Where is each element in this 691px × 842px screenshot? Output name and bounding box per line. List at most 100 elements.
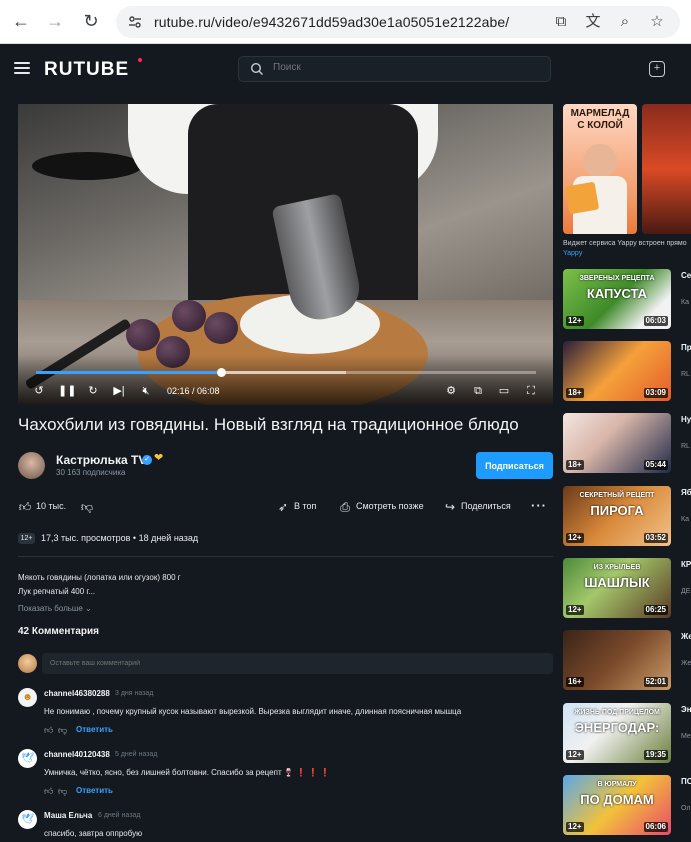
forward-10-icon[interactable]: ↻ — [85, 383, 101, 399]
translate-icon[interactable]: 文 — [583, 12, 603, 32]
top-button[interactable]: ➶ В топ — [276, 499, 317, 514]
sidebar-video-title[interactable]: Яб — [681, 488, 691, 497]
comment-author[interactable]: channel40120438 — [44, 750, 110, 759]
sidebar-video-title[interactable]: Ну — [681, 415, 691, 424]
comment-time: 6 дней назад — [98, 812, 141, 819]
video-title: Чахохбили из говядины. Новый взгляд на т… — [18, 415, 519, 434]
sidebar-video-title[interactable]: ПС — [681, 777, 691, 786]
back-icon[interactable]: ← — [10, 10, 32, 32]
sidebar-video-title[interactable]: Же — [681, 632, 691, 641]
duration-badge: 06:03 — [643, 316, 668, 326]
sidebar-video-title[interactable]: КР — [681, 560, 691, 569]
video-thumbnail[interactable]: СЕКРЕТНЫЙ РЕЦЕПТ ПИРОГА 12+ 03:52 — [563, 486, 671, 546]
show-more-link[interactable]: Показать больше ⌄ — [18, 604, 92, 613]
reload-icon[interactable]: ↻ — [80, 10, 102, 32]
comment-input[interactable] — [42, 653, 553, 674]
logo-dot — [138, 58, 142, 62]
verified-icon: ✓ — [142, 455, 152, 465]
thumbnail-title: ШАШЛЫК — [584, 575, 650, 590]
comment-author[interactable]: Маша Ельча — [44, 811, 92, 820]
url-text[interactable]: rutube.ru/video/e9432671dd59ad30e1a05051… — [154, 14, 509, 30]
video-thumbnail[interactable]: 18+ 05:44 — [563, 413, 671, 473]
sidebar-channel-name[interactable]: RL — [681, 443, 691, 450]
share-button[interactable]: ↪ Поделиться — [443, 499, 511, 514]
rewind-10-icon[interactable]: ↺ — [31, 383, 47, 399]
upload-icon[interactable]: + — [649, 61, 665, 77]
sidebar-ad[interactable]: МАРМЕЛАД С КОЛОЙ — [563, 104, 691, 234]
forward-icon[interactable]: → — [44, 10, 66, 32]
address-bar[interactable]: rutube.ru/video/e9432671dd59ad30e1a05051… — [116, 6, 680, 38]
channel-avatar[interactable] — [18, 452, 45, 479]
ad-thumbnail-2[interactable] — [642, 104, 691, 234]
comment-author[interactable]: channel46380288 — [44, 689, 110, 698]
ad-thumbnail[interactable]: МАРМЕЛАД С КОЛОЙ — [563, 104, 637, 234]
top-label: В топ — [294, 501, 317, 511]
sidebar-video-title[interactable]: Эн — [681, 705, 691, 714]
ad-text: Виджет сервиса Yappy встроен прямо — [563, 240, 687, 247]
menu-icon[interactable] — [14, 62, 30, 74]
sidebar-channel-name[interactable]: Ка — [681, 299, 691, 306]
comment-like-icon[interactable]: 👍︎ — [44, 786, 53, 797]
zoom-icon[interactable]: ⌕ — [615, 12, 635, 32]
share-icon: ↪ — [444, 499, 456, 514]
commenter-avatar[interactable]: 🕊︎ — [18, 749, 37, 768]
theater-mode-icon[interactable]: ▭ — [496, 383, 512, 399]
reply-button[interactable]: Ответить — [76, 725, 113, 734]
duration-badge: 03:52 — [643, 533, 668, 543]
frame-plum — [126, 319, 160, 351]
search-icon[interactable] — [250, 62, 264, 76]
sidebar-channel-name[interactable]: ДЕ — [681, 588, 691, 595]
fullscreen-icon[interactable]: ⛶ — [523, 383, 539, 399]
subscribe-button[interactable]: Подписаться — [476, 452, 553, 479]
frame-pan — [32, 152, 142, 180]
open-in-app-icon[interactable]: ⧉ — [551, 12, 571, 32]
seek-bar[interactable] — [36, 368, 536, 377]
frame-plum — [204, 312, 238, 344]
watch-later-button[interactable]: ⎙ Смотреть позже — [338, 499, 424, 514]
duration-badge: 52:01 — [643, 677, 668, 687]
rutube-logo[interactable]: RUTUBE — [44, 59, 129, 81]
description-line: Лук репчатый 400 г... — [18, 587, 96, 596]
comment-dislike-icon[interactable]: 👎︎ — [58, 786, 67, 797]
sidebar-channel-name[interactable]: Ка — [681, 516, 691, 523]
comment-time: 3 дня назад — [115, 690, 154, 697]
heart-icon: ❤ — [154, 452, 164, 464]
video-thumbnail[interactable]: ЗВЕРЕНЫХ РЕЦЕПТА КАПУСТА 12+ 06:03 — [563, 269, 671, 329]
video-player[interactable]: ↺ ❚❚ ↻ ▶| 🔇︎ 02:16 / 06:08 ⚙ ⧉ ▭ ⛶ — [18, 104, 553, 405]
comment-like-icon[interactable]: 👍︎ — [44, 725, 53, 736]
sidebar-channel-name[interactable]: RL — [681, 371, 691, 378]
video-thumbnail[interactable]: ИЗ КРЫЛЬЕВ ШАШЛЫК 12+ 06:25 — [563, 558, 671, 618]
pause-icon[interactable]: ❚❚ — [58, 383, 76, 399]
like-button[interactable]: 👍︎ 10 тыс. — [18, 499, 66, 514]
reply-button[interactable]: Ответить — [76, 786, 113, 795]
video-thumbnail[interactable]: В ЮРМАЛУ ПО ДОМАМ 12+ 06:06 — [563, 775, 671, 835]
ad-brand[interactable]: Yappy — [563, 250, 582, 257]
search-input[interactable] — [273, 62, 533, 73]
video-thumbnail[interactable]: 16+ 52:01 — [563, 630, 671, 690]
video-thumbnail[interactable]: 18+ 03:09 — [563, 341, 671, 401]
video-thumbnail[interactable]: ЖИЗНЬ ПОД ПРИЦЕЛОМ ЭНЕРГОДАР: 12+ 19:35 — [563, 703, 671, 763]
miniplayer-icon[interactable]: ⧉ — [470, 383, 486, 399]
watch-later-label: Смотреть позже — [356, 501, 424, 511]
site-header: RUTUBE + — [0, 44, 691, 94]
dislike-button[interactable]: 👎︎ — [80, 499, 98, 514]
thumbnail-title: ПИРОГА — [590, 503, 644, 518]
thumbnail-caption: ЗВЕРЕНЫХ РЕЦЕПТА — [579, 275, 655, 282]
next-icon[interactable]: ▶| — [111, 383, 127, 399]
sidebar-video-title[interactable]: Пр — [681, 343, 691, 352]
sidebar-channel-name[interactable]: Ме — [681, 733, 691, 740]
site-info-icon[interactable] — [128, 15, 142, 29]
seek-handle[interactable] — [217, 368, 226, 377]
sidebar-channel-name[interactable]: Же — [681, 660, 691, 667]
channel-name[interactable]: Кастрюлька TV — [56, 453, 146, 467]
mute-icon[interactable]: 🔇︎ — [138, 383, 154, 399]
sidebar-channel-name[interactable]: Ол — [681, 805, 691, 812]
commenter-avatar[interactable]: 🕊︎ — [18, 810, 37, 829]
comment-dislike-icon[interactable]: 👎︎ — [58, 725, 67, 736]
commenter-avatar[interactable]: ☻ — [18, 688, 37, 707]
bookmark-star-icon[interactable]: ☆ — [647, 12, 667, 32]
settings-gear-icon[interactable]: ⚙ — [443, 383, 459, 399]
sidebar-video-title[interactable]: Се — [681, 271, 691, 280]
search-box[interactable] — [238, 56, 551, 82]
more-options-icon[interactable]: ··· — [531, 499, 547, 513]
